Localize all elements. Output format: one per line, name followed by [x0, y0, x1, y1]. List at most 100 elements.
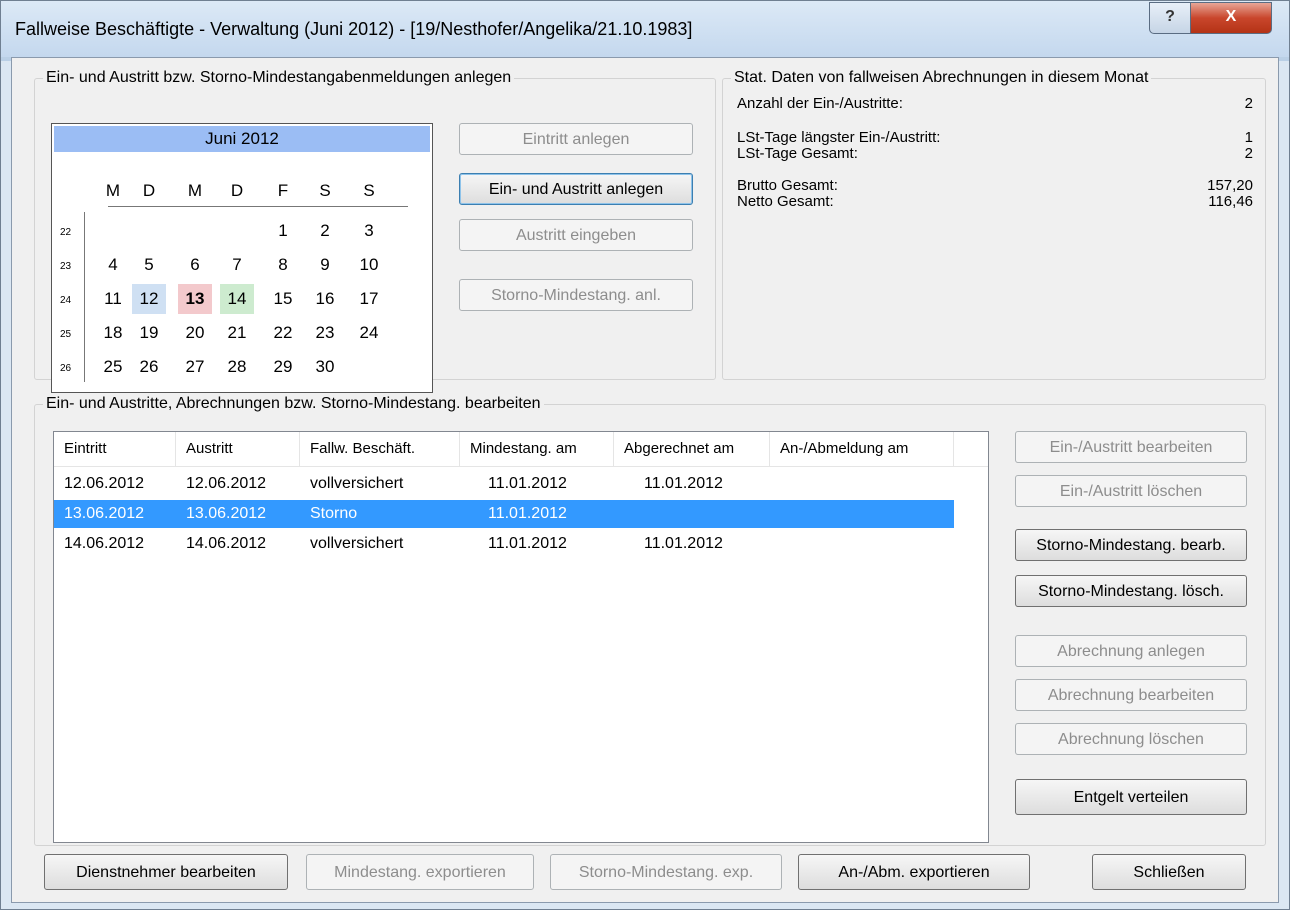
calendar-empty-cell: [132, 216, 166, 246]
calendar-day[interactable]: 18: [96, 318, 130, 348]
calendar-empty-cell: [96, 216, 130, 246]
entry-group: Ein- und Austritt bzw. Storno-Mindestang…: [34, 69, 716, 393]
dienstnehmer-bearbeiten-button[interactable]: Dienstnehmer bearbeiten: [44, 854, 288, 890]
calendar-empty-cell: [178, 216, 212, 246]
entry-group-title: Ein- und Austritt bzw. Storno-Mindestang…: [43, 69, 515, 87]
entgelt-verteilen-button[interactable]: Entgelt verteilen: [1015, 779, 1247, 815]
stat-row: Netto Gesamt: 116,46: [737, 193, 1253, 210]
table-cell: 14.06.2012: [64, 535, 145, 552]
column-header[interactable]: Fallw. Beschäft.: [300, 432, 460, 466]
ein-austritt-loeschen-button[interactable]: Ein-/Austritt löschen: [1015, 475, 1247, 507]
column-header[interactable]: Eintritt: [54, 432, 176, 466]
calendar-day[interactable]: 17: [352, 284, 386, 314]
calendar-day[interactable]: 4: [96, 250, 130, 280]
stats-group: Stat. Daten von fallweisen Abrechnungen …: [722, 69, 1266, 380]
storno-mindestang-loeschen-button[interactable]: Storno-Mindestang. lösch.: [1015, 575, 1247, 607]
stat-row: LSt-Tage längster Ein-/Austritt: 1: [737, 129, 1253, 146]
calendar-day[interactable]: 25: [96, 352, 130, 382]
column-header[interactable]: Mindestang. am: [460, 432, 614, 466]
calendar-day[interactable]: 28: [220, 352, 254, 382]
calendar-day[interactable]: 21: [220, 318, 254, 348]
dialog-window: Fallweise Beschäftigte - Verwaltung (Jun…: [0, 0, 1290, 910]
calendar-day[interactable]: 26: [132, 352, 166, 382]
calendar-day[interactable]: 16: [308, 284, 342, 314]
calendar-day[interactable]: 3: [352, 216, 386, 246]
table-cell: 13.06.2012: [64, 505, 145, 522]
stat-value: 116,46: [1208, 193, 1253, 210]
calendar-weekday-header: S: [319, 181, 331, 200]
abrechnung-anlegen-button[interactable]: Abrechnung anlegen: [1015, 635, 1247, 667]
storno-mindestang-bearbeiten-button[interactable]: Storno-Mindestang. bearb.: [1015, 529, 1247, 561]
calendar-day[interactable]: 14: [220, 284, 254, 314]
calendar-week-number: 25: [60, 329, 72, 340]
edit-group: Ein- und Austritte, Abrechnungen bzw. St…: [34, 395, 1266, 846]
table-cell: 11.01.2012: [644, 475, 723, 492]
schliessen-button[interactable]: Schließen: [1092, 854, 1246, 890]
calendar-day[interactable]: 19: [132, 318, 166, 348]
calendar-day[interactable]: 22: [266, 318, 300, 348]
calendar-day[interactable]: 5: [132, 250, 166, 280]
entries-list[interactable]: Eintritt Austritt Fallw. Beschäft. Mindesta…: [53, 431, 989, 843]
calendar-day[interactable]: 20: [178, 318, 212, 348]
stat-value: 1: [1244, 129, 1253, 146]
calendar-day[interactable]: 6: [178, 250, 212, 280]
table-cell: vollversichert: [310, 475, 404, 492]
an-abm-exportieren-button[interactable]: An-/Abm. exportieren: [798, 854, 1030, 890]
help-button[interactable]: ?: [1149, 2, 1191, 34]
calendar-weekday-divider: [108, 206, 408, 207]
mindestang-exportieren-button[interactable]: Mindestang. exportieren: [306, 854, 534, 890]
table-row[interactable]: 14.06.2012 14.06.2012 vollversichert 11.01.…: [54, 530, 954, 558]
calendar-day[interactable]: 13: [178, 284, 212, 314]
storno-mindestang-exportieren-button[interactable]: Storno-Mindestang. exp.: [550, 854, 782, 890]
stat-label: Netto Gesamt:: [737, 193, 834, 210]
calendar-day[interactable]: 7: [220, 250, 254, 280]
stat-value: 157,20: [1207, 177, 1253, 194]
calendar-day[interactable]: 2: [308, 216, 342, 246]
stat-row: Brutto Gesamt: 157,20: [737, 177, 1253, 194]
calendar-week-divider: [84, 212, 85, 382]
calendar-day[interactable]: 30: [308, 352, 342, 382]
column-header[interactable]: An-/Abmeldung am: [770, 432, 954, 466]
calendar-weekday-header: D: [142, 181, 156, 200]
calendar-week-number: 24: [60, 295, 72, 306]
table-cell: 11.01.2012: [488, 505, 567, 522]
abrechnung-bearbeiten-button[interactable]: Abrechnung bearbeiten: [1015, 679, 1247, 711]
ein-austritt-bearbeiten-button[interactable]: Ein-/Austritt bearbeiten: [1015, 431, 1247, 463]
calendar-weekday-header: M: [187, 181, 203, 200]
calendar-day[interactable]: 27: [178, 352, 212, 382]
stats-group-title: Stat. Daten von fallweisen Abrechnungen …: [731, 69, 1152, 87]
calendar-day[interactable]: 12: [132, 284, 166, 314]
calendar-day[interactable]: 24: [352, 318, 386, 348]
calendar-day[interactable]: 8: [266, 250, 300, 280]
month-calendar[interactable]: Juni 2012 M D M D F S S 22 1 2 3 23 4 5 6 7 8 9 10 24 11 12 13…: [51, 123, 433, 393]
calendar-empty-cell: [220, 216, 254, 246]
column-header[interactable]: Abgerechnet am: [614, 432, 770, 466]
calendar-day[interactable]: 1: [266, 216, 300, 246]
calendar-day[interactable]: 11: [96, 284, 130, 314]
stat-value: 2: [1244, 145, 1253, 162]
calendar-day[interactable]: 10: [352, 250, 386, 280]
table-row[interactable]: 12.06.2012 12.06.2012 vollversichert 11.01.…: [54, 470, 954, 498]
ein-und-austritt-anlegen-button[interactable]: Ein- und Austritt anlegen: [459, 173, 693, 205]
table-row[interactable]: 13.06.2012 13.06.2012 Storno 11.01.2012: [54, 500, 954, 528]
column-header[interactable]: Austritt: [176, 432, 300, 466]
edit-group-title: Ein- und Austritte, Abrechnungen bzw. St…: [43, 395, 544, 413]
storno-mindestang-anlegen-button[interactable]: Storno-Mindestang. anl.: [459, 279, 693, 311]
calendar-month-header[interactable]: Juni 2012: [54, 126, 430, 152]
table-cell: 13.06.2012: [186, 505, 267, 522]
eintritt-anlegen-button[interactable]: Eintritt anlegen: [459, 123, 693, 155]
calendar-week-number: 23: [60, 261, 72, 272]
table-cell: 12.06.2012: [64, 475, 145, 492]
calendar-day[interactable]: 15: [266, 284, 300, 314]
calendar-empty-cell: [352, 352, 386, 382]
list-header: Eintritt Austritt Fallw. Beschäft. Mindesta…: [54, 432, 988, 467]
austritt-eingeben-button[interactable]: Austritt eingeben: [459, 219, 693, 251]
calendar-day[interactable]: 29: [266, 352, 300, 382]
calendar-day[interactable]: 23: [308, 318, 342, 348]
close-button[interactable]: X: [1190, 2, 1272, 34]
calendar-day[interactable]: 9: [308, 250, 342, 280]
calendar-weekday-header: S: [363, 181, 375, 200]
stat-row: LSt-Tage Gesamt: 2: [737, 145, 1253, 162]
stat-label: LSt-Tage Gesamt:: [737, 145, 858, 162]
abrechnung-loeschen-button[interactable]: Abrechnung löschen: [1015, 723, 1247, 755]
